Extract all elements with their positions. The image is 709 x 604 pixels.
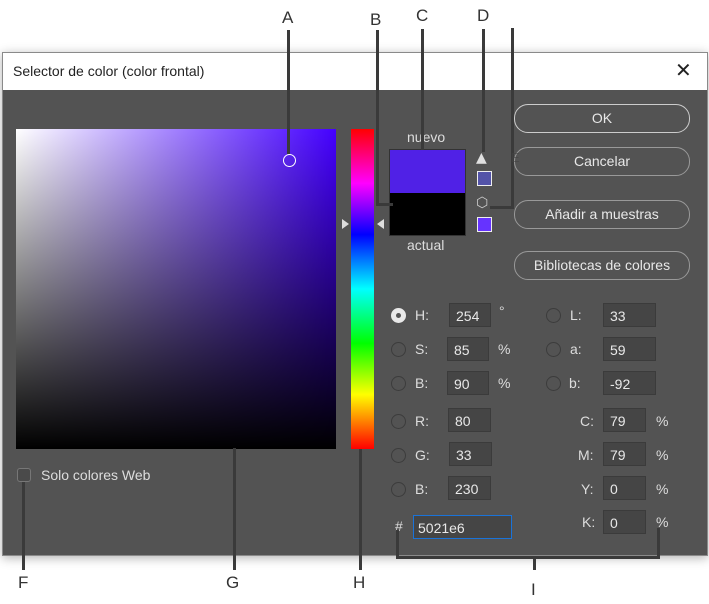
callout-a: A xyxy=(282,8,294,27)
callout-f: F xyxy=(18,573,29,592)
m-unit: % xyxy=(656,447,669,463)
rgb-b-input[interactable]: 230 xyxy=(448,476,491,500)
c-unit: % xyxy=(656,413,669,429)
callout-b: B xyxy=(370,10,382,29)
radio-h[interactable] xyxy=(391,308,406,323)
k-label: K: xyxy=(582,514,596,530)
dialog-title: Selector de color (color frontal) xyxy=(13,63,205,79)
a-label: a: xyxy=(570,341,582,357)
callout-g: G xyxy=(226,573,240,592)
web-safe-swatch[interactable] xyxy=(477,217,492,232)
c-input[interactable]: 79 xyxy=(603,408,646,432)
r-label: R: xyxy=(415,413,429,429)
radio-s[interactable] xyxy=(391,342,406,357)
callout-line-d xyxy=(482,29,485,152)
callout-line-h xyxy=(359,449,362,570)
gamut-warning-swatch[interactable] xyxy=(477,171,492,186)
web-only-label: Solo colores Web xyxy=(41,467,151,483)
web-only-checkbox[interactable] xyxy=(17,468,31,482)
color-preview xyxy=(389,149,466,236)
new-color-label: nuevo xyxy=(407,129,446,145)
callout-line-i-right xyxy=(657,528,660,558)
radio-g[interactable] xyxy=(391,448,406,463)
lab-b-input[interactable]: -92 xyxy=(603,371,656,395)
title-bar: Selector de color (color frontal) ✕ xyxy=(3,53,707,90)
current-color-swatch[interactable] xyxy=(390,193,465,235)
l-label: L: xyxy=(570,307,582,323)
current-color-label: actual xyxy=(407,237,445,253)
y-unit: % xyxy=(656,481,669,497)
gamut-warning-icon[interactable]: ▲ xyxy=(476,150,487,166)
callout-d: D xyxy=(477,6,490,25)
h-label: H: xyxy=(415,307,429,323)
radio-lab-b[interactable] xyxy=(546,376,561,391)
color-picker-dialog: Selector de color (color frontal) ✕ nuev… xyxy=(2,52,708,556)
callout-line-b-h xyxy=(376,203,393,206)
callout-h: H xyxy=(353,573,366,592)
l-input[interactable]: 33 xyxy=(603,303,656,327)
b-unit: % xyxy=(498,375,511,391)
c-label: C: xyxy=(580,413,594,429)
color-field[interactable] xyxy=(16,129,336,449)
hex-input[interactable]: 5021e6 xyxy=(413,515,512,539)
add-to-swatches-button[interactable]: Añadir a muestras xyxy=(514,200,690,229)
h-unit: ° xyxy=(499,303,505,319)
a-input[interactable]: 59 xyxy=(603,337,656,361)
radio-r[interactable] xyxy=(391,414,406,429)
g-input[interactable]: 33 xyxy=(449,442,492,466)
callout-e: E xyxy=(511,150,520,165)
rgb-b-label: B: xyxy=(415,481,429,497)
callout-line-a xyxy=(287,30,290,154)
hue-slider-left-handle[interactable] xyxy=(342,219,349,229)
h-input[interactable]: 254 xyxy=(449,303,491,327)
radio-l[interactable] xyxy=(546,308,561,323)
new-color-swatch xyxy=(390,150,465,193)
r-input[interactable]: 80 xyxy=(448,408,491,432)
m-label: M: xyxy=(578,447,594,463)
ok-button[interactable]: OK xyxy=(514,104,690,133)
hue-slider-right-handle[interactable] xyxy=(377,219,384,229)
y-label: Y: xyxy=(581,481,594,497)
k-input[interactable]: 0 xyxy=(603,510,646,534)
callout-line-i-stem xyxy=(533,556,536,570)
y-input[interactable]: 0 xyxy=(603,476,646,500)
s-unit: % xyxy=(498,341,511,357)
m-input[interactable]: 79 xyxy=(603,442,646,466)
hue-slider[interactable] xyxy=(351,129,374,449)
callout-c: C xyxy=(416,6,429,25)
callout-line-i-left xyxy=(396,530,399,558)
b-input[interactable]: 90 xyxy=(447,371,489,395)
b-label: B: xyxy=(415,375,429,391)
callout-line-b xyxy=(376,30,379,205)
g-label: G: xyxy=(415,447,430,463)
callout-line-f xyxy=(22,482,25,570)
color-libraries-button[interactable]: Bibliotecas de colores xyxy=(514,251,690,280)
callout-line-i-bracket xyxy=(396,556,660,559)
radio-rgb-b[interactable] xyxy=(391,482,406,497)
close-icon[interactable]: ✕ xyxy=(675,58,692,82)
callout-line-g xyxy=(233,448,236,570)
callout-line-e-h xyxy=(490,206,514,209)
radio-a[interactable] xyxy=(546,342,561,357)
color-picker-circle[interactable] xyxy=(283,154,296,167)
callout-line-c xyxy=(421,29,424,150)
s-label: S: xyxy=(415,341,429,357)
s-input[interactable]: 85 xyxy=(447,337,489,361)
web-safe-cube-icon[interactable]: ⬡ xyxy=(476,195,488,211)
cancel-button[interactable]: Cancelar xyxy=(514,147,690,176)
callout-i: I xyxy=(531,580,536,599)
callout-line-e xyxy=(511,28,514,209)
lab-b-label: b: xyxy=(569,375,581,391)
radio-b[interactable] xyxy=(391,376,406,391)
